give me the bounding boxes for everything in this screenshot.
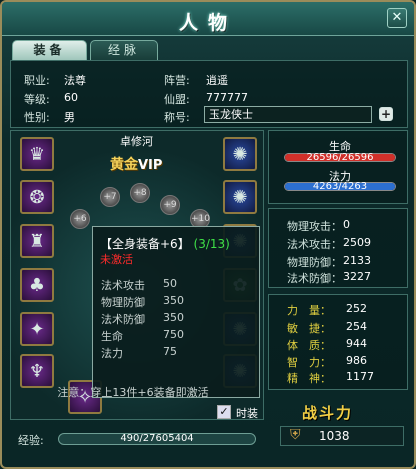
equipment-slot-icon[interactable]: ✦ bbox=[20, 312, 54, 346]
exp-bar: 490/27605404 bbox=[58, 433, 256, 445]
gender-label: 性别: bbox=[24, 111, 50, 124]
attribute-row: 体 质： 944 bbox=[287, 337, 367, 352]
stat-row: 法术防御： 3227 bbox=[287, 270, 371, 285]
camp-label: 阵营: bbox=[164, 74, 190, 87]
tooltip-set-name: 【全身装备+6】 bbox=[100, 237, 190, 251]
guild-value: 777777 bbox=[206, 91, 248, 104]
enhance-orb-icon[interactable]: +8 bbox=[130, 183, 150, 203]
character-window: 人物 ✕ 装备 经脉 职业: 法尊 阵营: 逍遥 等级: 60 仙盟: 7777… bbox=[0, 0, 416, 469]
combat-power-label: 战斗力 bbox=[302, 404, 354, 422]
vip-text: VIP bbox=[138, 158, 163, 173]
character-name: 卓修河 bbox=[120, 135, 153, 148]
stat-row: 法术攻击： 2509 bbox=[287, 236, 371, 251]
profession-value: 法尊 bbox=[64, 74, 86, 87]
tab-meridians[interactable]: 经脉 bbox=[90, 40, 158, 60]
tooltip-row: 法力 75 bbox=[101, 345, 177, 360]
enhance-orb-icon[interactable]: +7 bbox=[100, 187, 120, 207]
enhance-orb-icon[interactable]: +6 bbox=[70, 209, 90, 229]
attribute-row: 敏 捷： 254 bbox=[287, 320, 367, 335]
stat-row: 物理攻击： 0 bbox=[287, 218, 350, 233]
title-bar: 人物 ✕ bbox=[2, 2, 414, 36]
attribute-row: 智 力： 986 bbox=[287, 354, 367, 369]
level-value: 60 bbox=[64, 91, 78, 104]
camp-value: 逍遥 bbox=[206, 74, 228, 87]
enhance-orb-icon[interactable]: +9 bbox=[160, 195, 180, 215]
equipment-slot-icon[interactable]: ✺ bbox=[223, 137, 257, 171]
plus-icon[interactable]: + bbox=[379, 107, 393, 121]
tooltip-title: 【全身装备+6】 (3/13) bbox=[100, 235, 230, 252]
level-label: 等级: bbox=[24, 93, 50, 106]
profession-label: 职业: bbox=[24, 74, 50, 87]
window-title: 人物 bbox=[178, 12, 237, 34]
equipment-slot-icon[interactable]: ♣ bbox=[20, 268, 54, 302]
title-label: 称号: bbox=[164, 111, 190, 124]
fashion-label: 时装 bbox=[236, 407, 258, 420]
equipment-slot-icon[interactable]: ♛ bbox=[20, 137, 54, 171]
tooltip-status: 未激活 bbox=[100, 253, 133, 266]
tab-equipment[interactable]: 装备 bbox=[12, 40, 87, 60]
vip-tier: 黄金 bbox=[110, 157, 138, 173]
attribute-row: 力 量： 252 bbox=[287, 302, 367, 317]
equipment-slot-icon[interactable]: ❂ bbox=[20, 180, 54, 214]
shield-icon: ⛨ bbox=[290, 427, 301, 443]
vip-badge: 黄金VIP bbox=[110, 154, 162, 174]
attribute-row: 精 神： 1177 bbox=[287, 370, 374, 385]
stat-row: 物理防御： 2133 bbox=[287, 254, 371, 269]
mp-value: 4263/4263 bbox=[312, 181, 368, 192]
equipment-slot-icon[interactable]: ♆ bbox=[20, 354, 54, 388]
close-icon[interactable]: ✕ bbox=[387, 8, 407, 28]
combat-power-value: 1038 bbox=[319, 429, 350, 443]
set-bonus-tooltip: 【全身装备+6】 (3/13) 未激活 法术攻击 50 物理防御 350 法术防御 3… bbox=[92, 226, 260, 398]
check-icon[interactable]: ✓ bbox=[217, 405, 231, 419]
exp-label: 经验: bbox=[18, 434, 44, 447]
equipment-slot-icon[interactable]: ♜ bbox=[20, 224, 54, 258]
title-select[interactable]: 玉龙侠士 bbox=[204, 106, 372, 123]
guild-label: 仙盟: bbox=[164, 93, 190, 106]
hp-value: 26596/26596 bbox=[306, 152, 374, 163]
tooltip-row: 物理防御 350 bbox=[101, 294, 184, 309]
tooltip-count: (3/13) bbox=[193, 237, 230, 251]
tooltip-row: 法术防御 350 bbox=[101, 311, 184, 326]
tooltip-row: 生命 750 bbox=[101, 328, 184, 343]
equipment-slot-icon[interactable]: ✺ bbox=[223, 180, 257, 214]
tooltip-row: 法术攻击 50 bbox=[101, 277, 177, 292]
tooltip-note: 注意：穿上13件+6装备即激活 bbox=[57, 386, 209, 399]
gender-value: 男 bbox=[64, 111, 75, 124]
